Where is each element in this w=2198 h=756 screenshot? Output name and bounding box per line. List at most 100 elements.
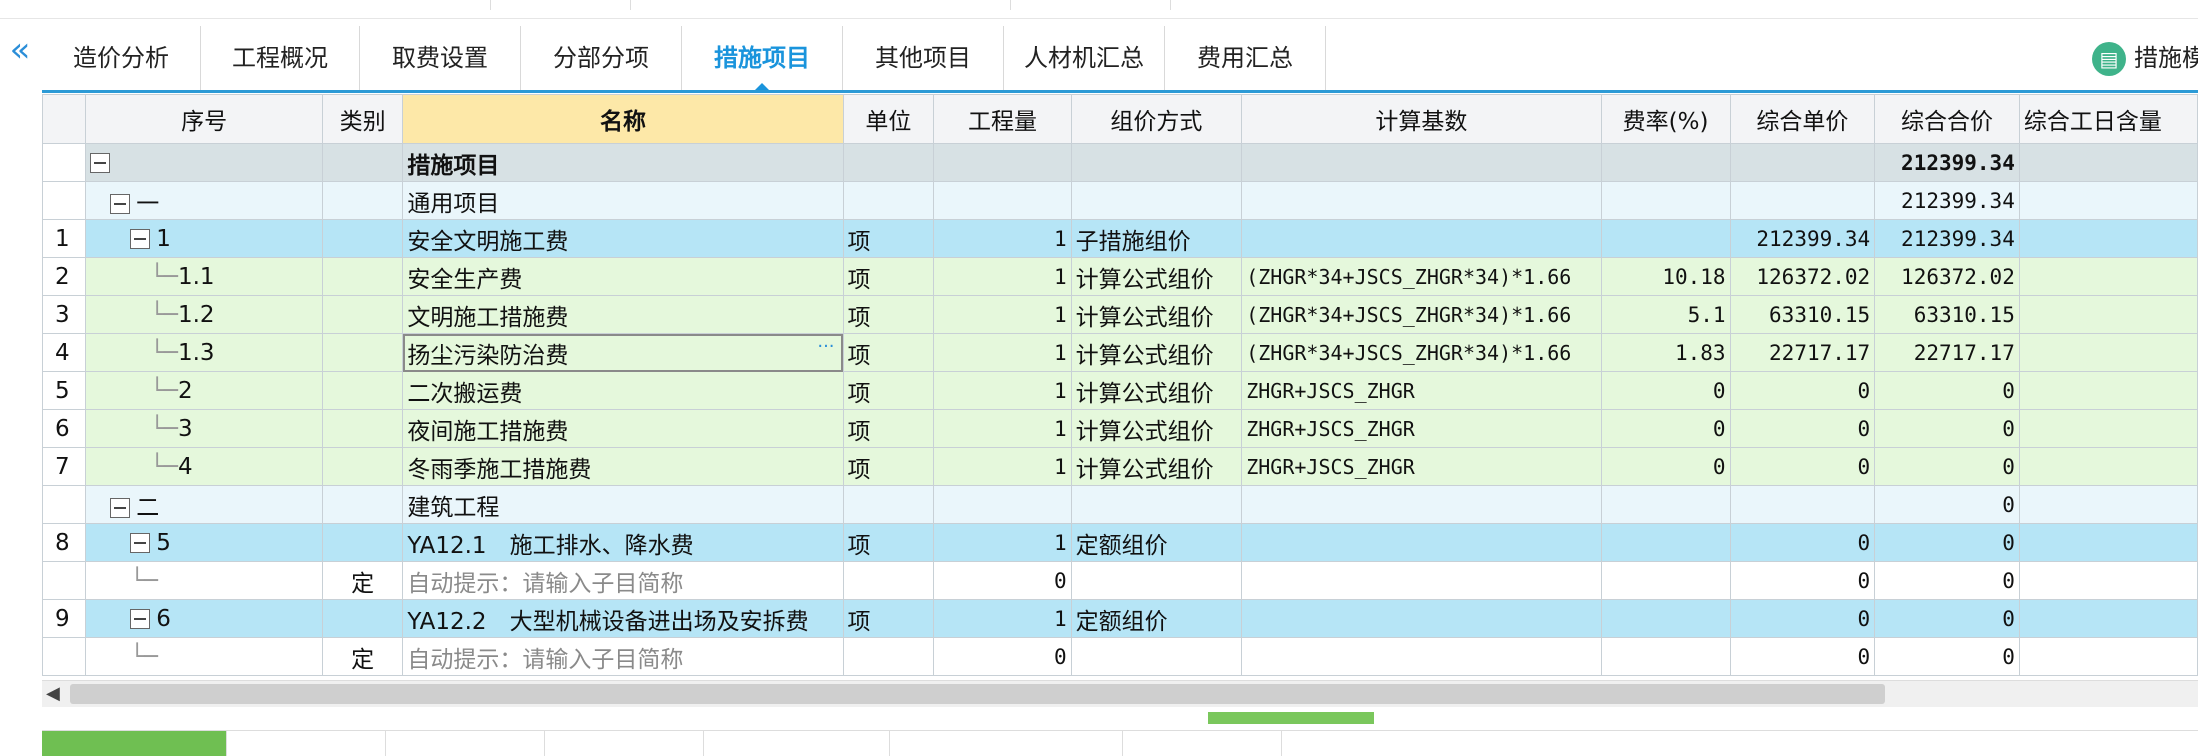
quantity-cell[interactable] [933, 143, 1072, 182]
row-number-cell[interactable]: 9 [42, 599, 87, 638]
pricing-method-cell[interactable] [1070, 485, 1243, 524]
name-cell[interactable]: 安全生产费 [402, 257, 844, 296]
bottom-tab[interactable] [545, 731, 704, 756]
unit-price-cell[interactable]: 0 [1729, 561, 1876, 600]
table-row[interactable]: 8 5 YA12.1 施工排水、降水费 项 1 定额组价 0 0 [42, 523, 2198, 562]
tab-labor-material-summary[interactable]: 人材机汇总 [1004, 26, 1165, 90]
unit-cell[interactable]: 项 [842, 219, 935, 258]
total-price-cell[interactable]: 0 [1874, 561, 2020, 600]
name-cell[interactable]: 建筑工程 [402, 485, 844, 524]
unit-cell[interactable] [842, 181, 935, 220]
type-cell[interactable]: 定 [321, 637, 404, 676]
pricing-method-cell[interactable] [1070, 143, 1243, 182]
unit-cell[interactable] [842, 143, 935, 182]
unit-price-cell[interactable]: 126372.02 [1729, 257, 1876, 296]
pricing-method-cell[interactable]: 计算公式组价 [1070, 371, 1243, 410]
labor-day-cell[interactable] [2018, 333, 2198, 372]
column-header[interactable]: 单位 [842, 94, 935, 144]
table-row[interactable]: 2 └─ 1.1 安全生产费项 1 计算公式组价 (ZHGR*34+JSCS_ZHGR*3… [42, 257, 2198, 296]
name-cell[interactable]: 二次搬运费 [402, 371, 844, 410]
type-cell[interactable] [321, 485, 404, 524]
collapse-box-icon[interactable] [130, 229, 151, 249]
rate-cell[interactable] [1600, 143, 1731, 182]
unit-price-cell[interactable]: 0 [1729, 371, 1876, 410]
row-number-cell[interactable]: 6 [42, 409, 87, 448]
name-cell[interactable]: 扬尘污染防治费 ··· [402, 333, 844, 372]
rate-cell[interactable] [1600, 561, 1731, 600]
column-header[interactable]: 名称 [402, 94, 844, 144]
type-cell[interactable] [321, 447, 404, 486]
total-price-cell[interactable]: 0 [1874, 599, 2020, 638]
total-price-cell[interactable]: 0 [1874, 523, 2020, 562]
calc-base-cell[interactable] [1241, 181, 1602, 220]
bottom-tab[interactable] [42, 731, 227, 756]
rate-cell[interactable]: 0 [1600, 447, 1731, 486]
code-cell[interactable]: 5 [85, 523, 323, 562]
panel-splitter-handle[interactable] [1208, 712, 1374, 724]
unit-price-cell[interactable]: 22717.17 [1729, 333, 1876, 372]
row-number-cell[interactable] [42, 485, 87, 524]
table-row[interactable]: 9 6 YA12.2 大型机械设备进出场及安拆费 项 1 定额组价 0 0 [42, 599, 2198, 638]
rate-cell[interactable] [1600, 637, 1731, 676]
labor-day-cell[interactable] [2018, 295, 2198, 334]
measures-template-button[interactable]: ▤ 措施模 [2092, 36, 2198, 80]
type-cell[interactable] [321, 599, 404, 638]
quantity-cell[interactable] [933, 485, 1072, 524]
unit-price-cell[interactable]: 0 [1729, 637, 1876, 676]
type-cell[interactable] [321, 219, 404, 258]
name-cell[interactable]: 通用项目 [402, 181, 844, 220]
code-cell[interactable]: └─ 1.3 [85, 333, 323, 372]
unit-cell[interactable] [842, 485, 935, 524]
collapse-box-icon[interactable] [130, 533, 151, 553]
unit-cell[interactable] [842, 637, 935, 676]
column-header[interactable]: 组价方式 [1070, 94, 1243, 144]
column-header[interactable]: 费率(%) [1600, 94, 1731, 144]
total-price-cell[interactable]: 0 [1874, 637, 2020, 676]
code-cell[interactable]: └─ 1.2 [85, 295, 323, 334]
type-cell[interactable] [321, 181, 404, 220]
calc-base-cell[interactable] [1241, 599, 1602, 638]
table-row[interactable]: 二 建筑工程 0 [42, 485, 2198, 524]
name-cell[interactable]: 安全文明施工费 [402, 219, 844, 258]
table-row[interactable]: 1 1 安全文明施工费项 1 子措施组价 212399.34 212399.34 [42, 219, 2198, 258]
total-price-cell[interactable]: 212399.34 [1874, 219, 2020, 258]
quantity-cell[interactable] [933, 181, 1072, 220]
tab-fee-settings[interactable]: 取费设置 [360, 26, 521, 90]
rate-cell[interactable] [1600, 485, 1731, 524]
tab-cost-analysis[interactable]: 造价分析 [42, 26, 201, 90]
quantity-cell[interactable]: 0 [933, 637, 1072, 676]
row-number-cell[interactable]: 8 [42, 523, 87, 562]
rate-cell[interactable]: 0 [1600, 371, 1731, 410]
rate-cell[interactable]: 5.1 [1600, 295, 1731, 334]
total-price-cell[interactable]: 212399.34 [1874, 181, 2020, 220]
pricing-method-cell[interactable] [1070, 637, 1243, 676]
quantity-cell[interactable]: 1 [933, 257, 1072, 296]
quantity-cell[interactable]: 1 [933, 599, 1072, 638]
calc-base-cell[interactable]: (ZHGR*34+JSCS_ZHGR*34)*1.66 [1241, 295, 1602, 334]
name-cell[interactable]: 文明施工措施费 [402, 295, 844, 334]
calc-base-cell[interactable] [1241, 485, 1602, 524]
row-number-cell[interactable]: 7 [42, 447, 87, 486]
labor-day-cell[interactable] [2018, 409, 2198, 448]
bottom-tab[interactable] [890, 731, 1123, 756]
pricing-method-cell[interactable]: 计算公式组价 [1070, 257, 1243, 296]
code-cell[interactable]: 一 [85, 181, 323, 220]
quantity-cell[interactable]: 1 [933, 219, 1072, 258]
pricing-method-cell[interactable]: 定额组价 [1070, 599, 1243, 638]
code-cell[interactable]: └─ [85, 561, 323, 600]
rate-cell[interactable] [1600, 599, 1731, 638]
unit-cell[interactable]: 项 [842, 409, 935, 448]
more-options-icon[interactable]: ··· [817, 336, 834, 357]
table-row[interactable]: 5 └─ 2 二次搬运费项 1 计算公式组价 ZHGR+JSCS_ZHGR 0 0 0 [42, 371, 2198, 410]
name-cell[interactable]: 冬雨季施工措施费 [402, 447, 844, 486]
labor-day-cell[interactable] [2018, 257, 2198, 296]
quantity-cell[interactable]: 1 [933, 295, 1072, 334]
unit-price-cell[interactable] [1729, 181, 1876, 220]
total-price-cell[interactable]: 0 [1874, 447, 2020, 486]
code-cell[interactable]: 6 [85, 599, 323, 638]
unit-price-cell[interactable]: 0 [1729, 523, 1876, 562]
labor-day-cell[interactable] [2018, 599, 2198, 638]
unit-price-cell[interactable]: 212399.34 [1729, 219, 1876, 258]
type-cell[interactable] [321, 143, 404, 182]
column-header[interactable]: 综合单价 [1729, 94, 1876, 144]
